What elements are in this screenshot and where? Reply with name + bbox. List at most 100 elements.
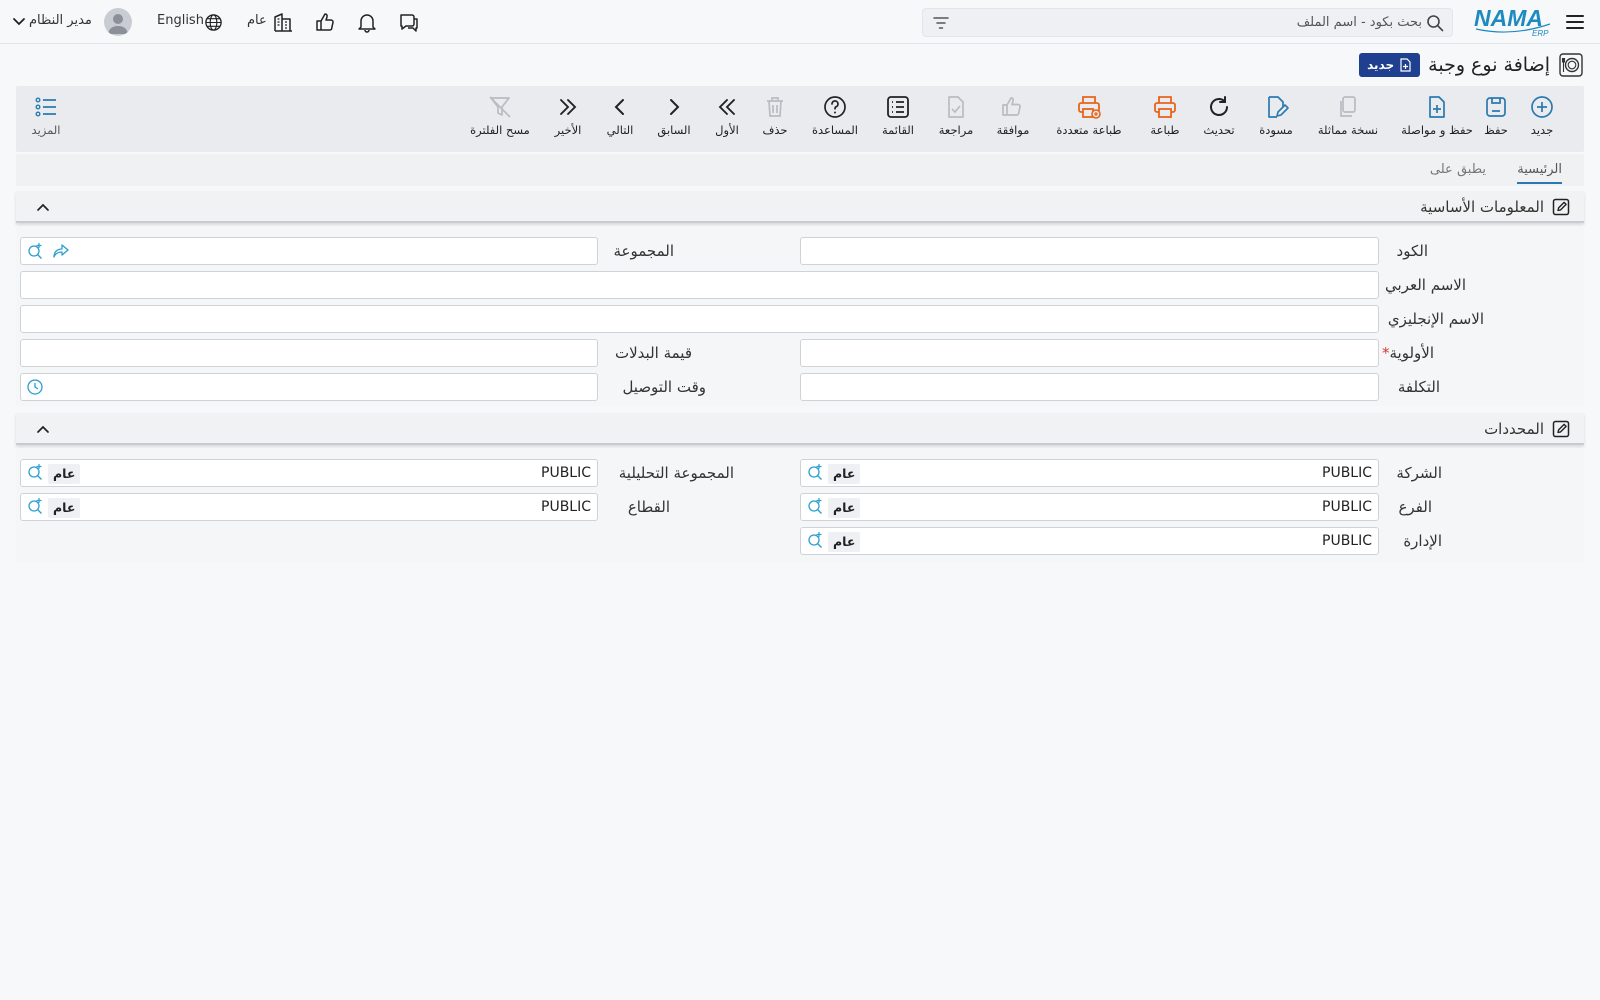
tab-applies-to[interactable]: يطبق على <box>1430 162 1486 182</box>
section-title: المعلومات الأساسية <box>1420 198 1544 216</box>
clock-icon[interactable] <box>26 378 44 396</box>
first-record-button[interactable]: الأول <box>710 94 744 137</box>
company-building-icon[interactable] <box>272 11 294 33</box>
approve-button[interactable]: موافقة <box>990 94 1036 137</box>
double-chevron-left-icon <box>718 99 735 115</box>
chevron-right-icon <box>670 99 680 115</box>
top-bar: NAMA ERP عام English <box>0 0 1600 44</box>
sector-field[interactable] <box>20 493 598 521</box>
hamburger-menu-icon[interactable] <box>1564 11 1586 33</box>
save-icon <box>1486 97 1506 117</box>
clear-filter-button[interactable]: مسح الفلترة <box>466 94 534 137</box>
list-icon <box>887 96 909 118</box>
branch-scope-badge: عام <box>828 498 861 518</box>
user-name[interactable]: مدير النظام <box>29 13 92 28</box>
help-button[interactable]: المساعدة <box>808 94 862 137</box>
search-plus-icon[interactable] <box>26 463 44 481</box>
action-toolbar: جديد حفظ حفظ و مواصلة نسخة مماثلة مسودة … <box>16 86 1584 152</box>
chevron-up-icon[interactable] <box>36 422 50 436</box>
page-title: إضافة نوع وجبة <box>1428 54 1550 76</box>
edit-icon <box>1552 198 1570 216</box>
language-switch[interactable]: English <box>157 13 204 28</box>
bell-icon[interactable] <box>356 11 378 33</box>
print-button[interactable]: طباعة <box>1144 94 1186 137</box>
refresh-button[interactable]: تحديث <box>1198 94 1240 137</box>
cost-label: التكلفة <box>1397 378 1440 396</box>
double-chevron-right-icon <box>560 99 577 115</box>
delete-button[interactable]: حذف <box>758 94 792 137</box>
priority-field[interactable] <box>800 339 1379 367</box>
form-tabs: الرئيسية يطبق على <box>16 154 1584 186</box>
thumbs-up-icon <box>1002 97 1021 116</box>
basic-info-section-header[interactable]: المعلومات الأساسية <box>16 191 1584 223</box>
arabic-name-field[interactable] <box>20 271 1379 299</box>
meal-plate-icon <box>1559 53 1583 77</box>
search-input[interactable] <box>982 12 1422 33</box>
next-record-button[interactable]: التالي <box>600 94 640 137</box>
cost-field[interactable] <box>800 373 1379 401</box>
search-plus-icon[interactable] <box>806 463 824 481</box>
sector-scope-badge: عام <box>48 498 81 518</box>
department-label: الإدارة <box>1403 532 1442 550</box>
chat-icon[interactable] <box>398 11 420 33</box>
search-plus-icon[interactable] <box>26 497 44 515</box>
branch-field[interactable] <box>800 493 1379 521</box>
globe-icon[interactable] <box>204 13 223 32</box>
arabic-name-label: الاسم العربي <box>1385 276 1466 294</box>
save-and-continue-button[interactable]: حفظ و مواصلة <box>1399 94 1475 137</box>
code-field[interactable] <box>800 237 1379 265</box>
department-field[interactable] <box>800 527 1379 555</box>
clear-filter-icon <box>489 96 511 118</box>
status-badge: جديد <box>1359 53 1421 77</box>
basic-info-section: الكود المجموعة الاسم العربي الاسم الإنجل… <box>16 226 1584 406</box>
chevron-up-icon[interactable] <box>36 200 50 214</box>
search-icon[interactable] <box>1426 14 1444 32</box>
more-button[interactable]: المزيد <box>28 94 64 137</box>
page-header: إضافة نوع وجبة جديد <box>1359 50 1584 80</box>
search-plus-icon[interactable] <box>26 242 44 260</box>
analytic-group-label: المجموعة التحليلية <box>618 464 734 482</box>
new-document-icon <box>1400 58 1411 72</box>
chevron-down-icon[interactable] <box>12 15 26 29</box>
document-plus-icon <box>1429 96 1445 118</box>
company-scope-label[interactable]: عام <box>247 13 267 28</box>
group-field[interactable] <box>20 237 598 265</box>
duplicate-button[interactable]: نسخة مماثلة <box>1312 94 1384 137</box>
nama-erp-logo: NAMA ERP <box>1474 5 1551 38</box>
user-icon <box>108 14 128 34</box>
search-plus-icon[interactable] <box>806 531 824 549</box>
save-button[interactable]: حفظ <box>1478 94 1514 137</box>
filter-icon[interactable] <box>933 15 949 31</box>
group-label: المجموعة <box>613 242 674 260</box>
trash-icon <box>767 97 783 117</box>
new-button[interactable]: جديد <box>1522 94 1562 137</box>
code-label: الكود <box>1396 242 1428 260</box>
thumbs-up-icon[interactable] <box>314 11 336 33</box>
company-label: الشركة <box>1396 464 1442 482</box>
list-button[interactable]: القائمة <box>876 94 920 137</box>
dimensions-section-header[interactable]: المحددات <box>16 413 1584 445</box>
analytic-group-field[interactable] <box>20 459 598 487</box>
english-name-field[interactable] <box>20 305 1379 333</box>
svg-text:ERP: ERP <box>1532 29 1549 38</box>
share-icon[interactable] <box>52 242 70 260</box>
plus-circle-icon <box>1531 96 1553 118</box>
tab-main[interactable]: الرئيسية <box>1517 162 1562 184</box>
company-scope-badge: عام <box>828 464 861 484</box>
last-record-button[interactable]: الأخير <box>550 94 586 137</box>
review-button[interactable]: مراجعة <box>934 94 978 137</box>
draft-edit-icon <box>1268 96 1289 118</box>
multi-print-button[interactable]: طباعة متعددة <box>1052 94 1126 137</box>
copy-icon <box>1340 96 1356 117</box>
sector-label: القطاع <box>627 498 670 516</box>
avatar[interactable] <box>104 8 132 36</box>
company-field[interactable] <box>800 459 1379 487</box>
previous-record-button[interactable]: السابق <box>653 94 695 137</box>
delivery-time-field[interactable] <box>20 373 598 401</box>
edit-icon <box>1552 420 1570 438</box>
allowance-field[interactable] <box>20 339 598 367</box>
draft-button[interactable]: مسودة <box>1254 94 1298 137</box>
english-name-label: الاسم الإنجليزي <box>1387 310 1484 328</box>
search-plus-icon[interactable] <box>806 497 824 515</box>
help-icon <box>824 96 846 118</box>
